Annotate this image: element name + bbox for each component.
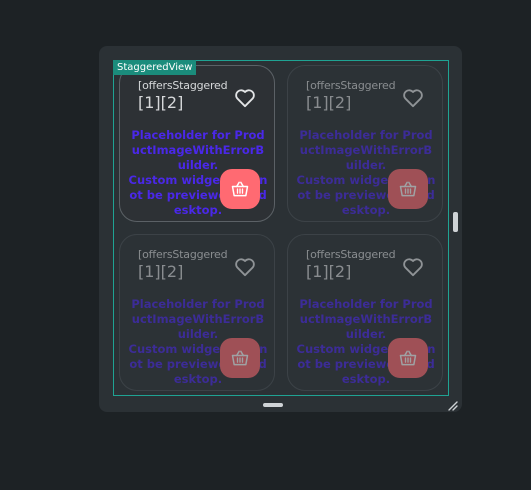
shopping-basket-icon: [399, 181, 417, 197]
card-title-line2: [1][2]: [138, 93, 184, 113]
card-title: [offersStaggered [1][2]: [306, 79, 402, 113]
frame-label: StaggeredView: [113, 60, 197, 75]
card-title: [offersStaggered [1][2]: [138, 248, 234, 282]
heart-outline-icon[interactable]: [402, 257, 424, 277]
card-title-line2: [1][2]: [306, 93, 352, 113]
shopping-basket-icon: [231, 350, 249, 366]
shopping-basket-icon: [231, 181, 249, 197]
card-title-line2: [1][2]: [306, 262, 352, 282]
vertical-scrollbar[interactable]: [453, 212, 458, 232]
horizontal-scrollbar[interactable]: [263, 403, 283, 407]
add-to-basket-button[interactable]: [388, 169, 428, 209]
add-to-basket-button[interactable]: [388, 338, 428, 378]
product-card[interactable]: [offersStaggered [1][2] Placeholder for …: [287, 65, 443, 222]
resize-handle-icon[interactable]: [446, 396, 458, 411]
card-title-line1: [offersStaggered: [138, 79, 228, 92]
heart-outline-icon[interactable]: [402, 88, 424, 108]
card-title: [offersStaggered [1][2]: [306, 248, 402, 282]
product-card[interactable]: [offersStaggered [1][2] Placeholder for …: [119, 234, 275, 391]
add-to-basket-button[interactable]: [220, 169, 260, 209]
card-title-line1: [offersStaggered: [138, 248, 228, 261]
shopping-basket-icon: [399, 350, 417, 366]
product-card[interactable]: [offersStaggered [1][2] Placeholder for …: [119, 65, 275, 222]
heart-outline-icon[interactable]: [234, 257, 256, 277]
card-title-line2: [1][2]: [138, 262, 184, 282]
heart-outline-icon[interactable]: [234, 88, 256, 108]
add-to-basket-button[interactable]: [220, 338, 260, 378]
card-title: [offersStaggered [1][2]: [138, 79, 234, 113]
card-title-line1: [offersStaggered: [306, 79, 396, 92]
card-title-line1: [offersStaggered: [306, 248, 396, 261]
product-card[interactable]: [offersStaggered [1][2] Placeholder for …: [287, 234, 443, 391]
